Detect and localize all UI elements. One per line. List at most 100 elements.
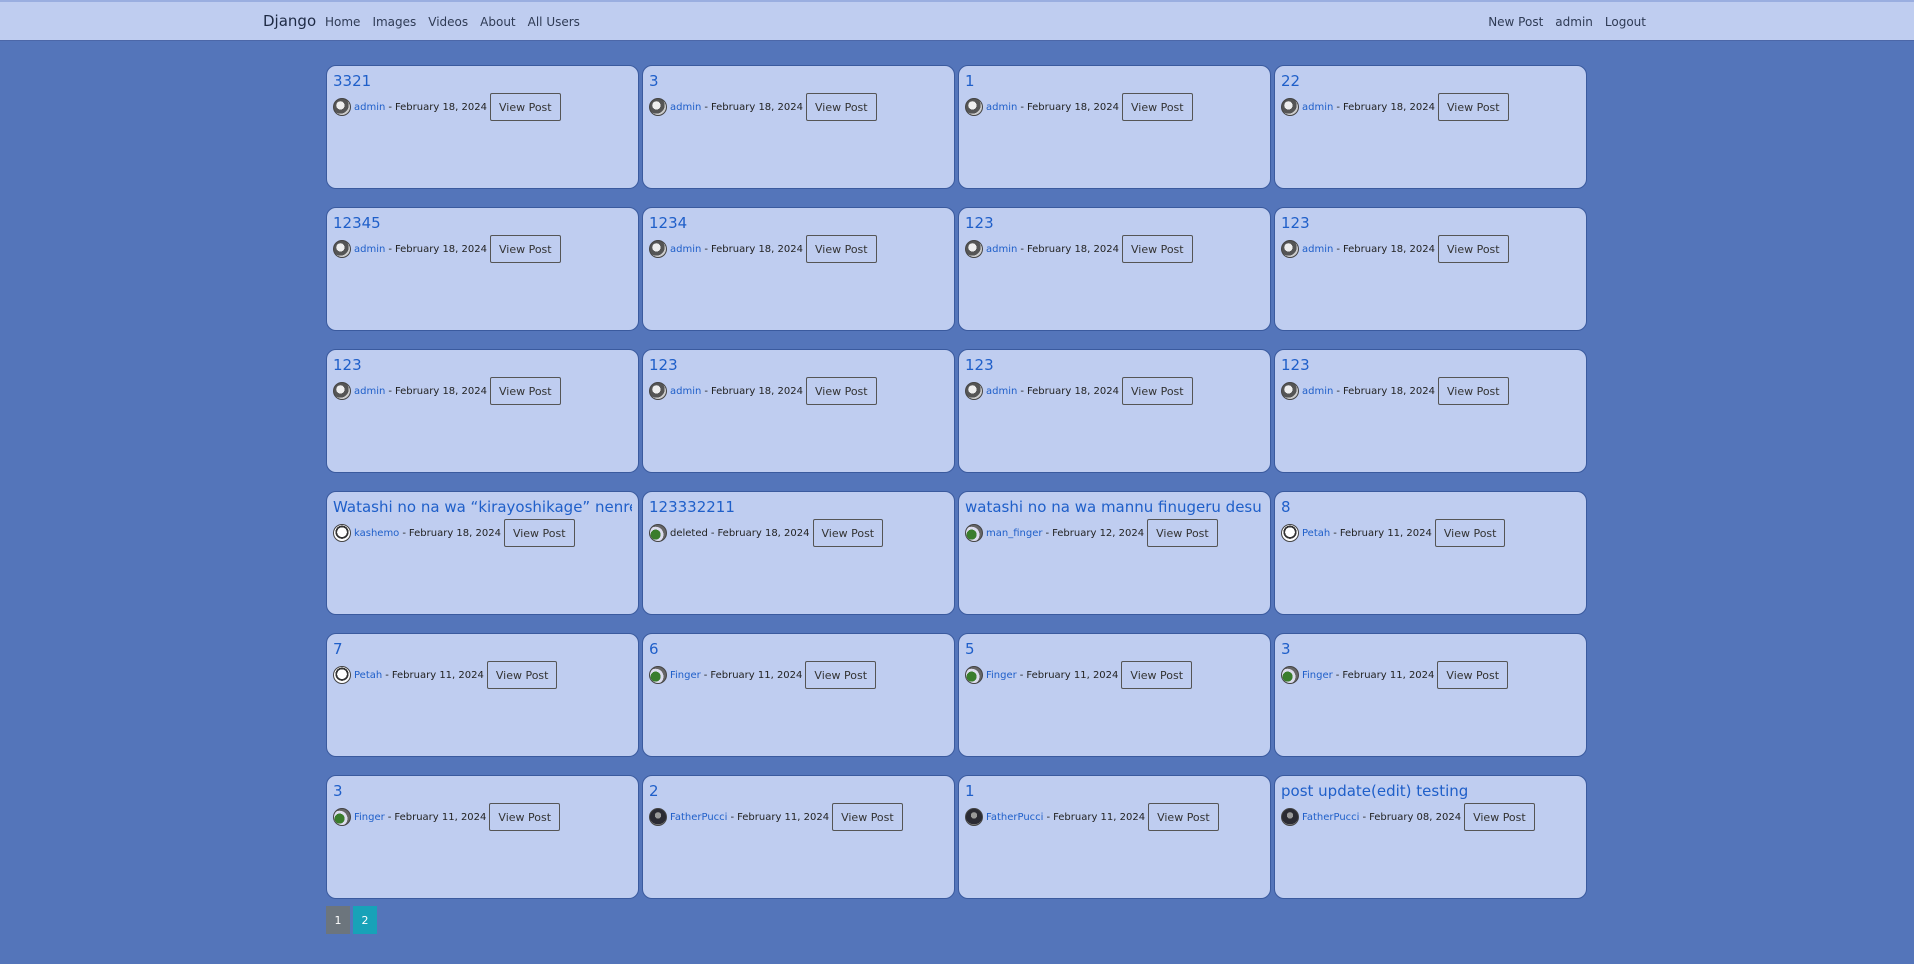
nav-profile-link[interactable]: admin: [1555, 15, 1593, 29]
view-post-button[interactable]: View Post: [1437, 661, 1509, 689]
post-title-link[interactable]: 123: [333, 356, 632, 374]
post-author[interactable]: admin: [670, 102, 701, 113]
view-post-button[interactable]: View Post: [1437, 377, 1509, 405]
post-title-link[interactable]: post update(edit) testing: [1281, 782, 1580, 800]
post-author[interactable]: Finger: [670, 670, 701, 681]
post-author[interactable]: admin: [986, 244, 1017, 255]
view-post-button[interactable]: View Post: [1147, 519, 1218, 547]
post-author[interactable]: admin: [986, 386, 1017, 397]
view-post-button[interactable]: View Post: [1121, 235, 1193, 263]
post-author[interactable]: man_finger: [986, 528, 1042, 539]
post-title-link[interactable]: 1: [965, 72, 1264, 90]
view-post-button[interactable]: View Post: [489, 377, 561, 405]
nav-logout-link[interactable]: Logout: [1605, 15, 1646, 29]
view-post-button[interactable]: View Post: [489, 235, 561, 263]
nav-videos-link[interactable]: Videos: [428, 15, 468, 29]
post-author[interactable]: admin: [1302, 244, 1333, 255]
meta-separator: -: [1045, 527, 1050, 539]
view-post-button[interactable]: View Post: [1437, 235, 1509, 263]
view-post-button[interactable]: View Post: [489, 93, 561, 121]
view-post-button[interactable]: View Post: [805, 661, 877, 689]
post-title-link[interactable]: 123: [965, 356, 1264, 374]
post-card: 2 FatherPucci - February 11, 2024 View P…: [642, 775, 955, 899]
post-date: February 11, 2024: [710, 669, 803, 681]
post-title-link[interactable]: 8: [1281, 498, 1580, 516]
avatar-icon: [965, 98, 983, 116]
post-title-link[interactable]: 2: [649, 782, 948, 800]
post-title-link[interactable]: 6: [649, 640, 948, 658]
nav-home-link[interactable]: Home: [325, 15, 360, 29]
nav-images-link[interactable]: Images: [372, 15, 416, 29]
meta-separator: -: [1362, 811, 1367, 823]
post-title-link[interactable]: 22: [1281, 72, 1580, 90]
post-card: 6 Finger - February 11, 2024 View Post: [642, 633, 955, 757]
post-author[interactable]: admin: [1302, 102, 1333, 113]
post-meta: admin - February 18, 2024 View Post: [965, 93, 1264, 121]
view-post-button[interactable]: View Post: [805, 235, 877, 263]
post-meta: Finger - February 11, 2024 View Post: [333, 803, 632, 831]
post-author[interactable]: admin: [354, 102, 385, 113]
post-title-link[interactable]: 3321: [333, 72, 632, 90]
post-title-link[interactable]: 123: [1281, 356, 1580, 374]
post-meta: Finger - February 11, 2024 View Post: [649, 661, 948, 689]
meta-separator: -: [704, 101, 708, 113]
post-title-link[interactable]: 123: [1281, 214, 1580, 232]
post-date: February 12, 2024: [1052, 527, 1145, 539]
post-author[interactable]: Petah: [1302, 528, 1330, 539]
meta-separator: -: [1046, 811, 1051, 823]
nav-new-post-link[interactable]: New Post: [1488, 15, 1543, 29]
avatar-icon: [649, 524, 667, 542]
post-title-link[interactable]: 3: [333, 782, 632, 800]
post-title-link[interactable]: 7: [333, 640, 632, 658]
post-author[interactable]: admin: [670, 244, 701, 255]
post-meta: admin - February 18, 2024 View Post: [1281, 377, 1580, 405]
nav-all-users-link[interactable]: All Users: [528, 15, 580, 29]
post-author[interactable]: FatherPucci: [986, 812, 1043, 823]
post-author[interactable]: admin: [986, 102, 1017, 113]
meta-separator: -: [1333, 527, 1337, 539]
view-post-button[interactable]: View Post: [832, 803, 903, 831]
post-title-link[interactable]: 3: [1281, 640, 1580, 658]
post-title-link[interactable]: 1234: [649, 214, 948, 232]
post-title-link[interactable]: 1: [965, 782, 1264, 800]
view-post-button[interactable]: View Post: [1464, 803, 1535, 831]
page-2-button[interactable]: 2: [353, 906, 377, 934]
post-author[interactable]: admin: [354, 244, 385, 255]
view-post-button[interactable]: View Post: [489, 803, 561, 831]
view-post-button[interactable]: View Post: [503, 519, 575, 547]
post-author[interactable]: admin: [670, 386, 701, 397]
post-title-link[interactable]: 123: [965, 214, 1264, 232]
view-post-button[interactable]: View Post: [805, 93, 877, 121]
brand-link[interactable]: Django: [263, 12, 316, 30]
post-author[interactable]: Finger: [1302, 670, 1333, 681]
post-title-link[interactable]: watashi no na wa mannu finugeru desu: [965, 498, 1264, 516]
post-card: 1 admin - February 18, 2024 View Post: [958, 65, 1271, 189]
view-post-button[interactable]: View Post: [812, 519, 884, 547]
post-author[interactable]: FatherPucci: [1302, 812, 1359, 823]
view-post-button[interactable]: View Post: [1121, 377, 1193, 405]
post-title-link[interactable]: Watashi no na wa “kirayoshikage” nenrei …: [333, 498, 632, 516]
post-author[interactable]: FatherPucci: [670, 812, 727, 823]
post-author[interactable]: Finger: [986, 670, 1017, 681]
post-title-link[interactable]: 123: [649, 356, 948, 374]
page-1-button[interactable]: 1: [326, 906, 350, 934]
view-post-button[interactable]: View Post: [1121, 661, 1193, 689]
view-post-button[interactable]: View Post: [1148, 803, 1219, 831]
view-post-button[interactable]: View Post: [1437, 93, 1509, 121]
post-author[interactable]: Petah: [354, 670, 382, 681]
post-author[interactable]: admin: [1302, 386, 1333, 397]
post-author[interactable]: admin: [354, 386, 385, 397]
post-title-link[interactable]: 3: [649, 72, 948, 90]
view-post-button[interactable]: View Post: [805, 377, 877, 405]
post-author[interactable]: kashemo: [354, 528, 399, 539]
post-title-link[interactable]: 123332211: [649, 498, 948, 516]
view-post-button[interactable]: View Post: [1434, 519, 1506, 547]
avatar-icon: [333, 666, 351, 684]
post-title-link[interactable]: 12345: [333, 214, 632, 232]
view-post-button[interactable]: View Post: [486, 661, 558, 689]
post-author[interactable]: Finger: [354, 812, 385, 823]
view-post-button[interactable]: View Post: [1121, 93, 1193, 121]
nav-about-link[interactable]: About: [480, 15, 515, 29]
meta-separator: -: [1336, 385, 1340, 397]
post-title-link[interactable]: 5: [965, 640, 1264, 658]
